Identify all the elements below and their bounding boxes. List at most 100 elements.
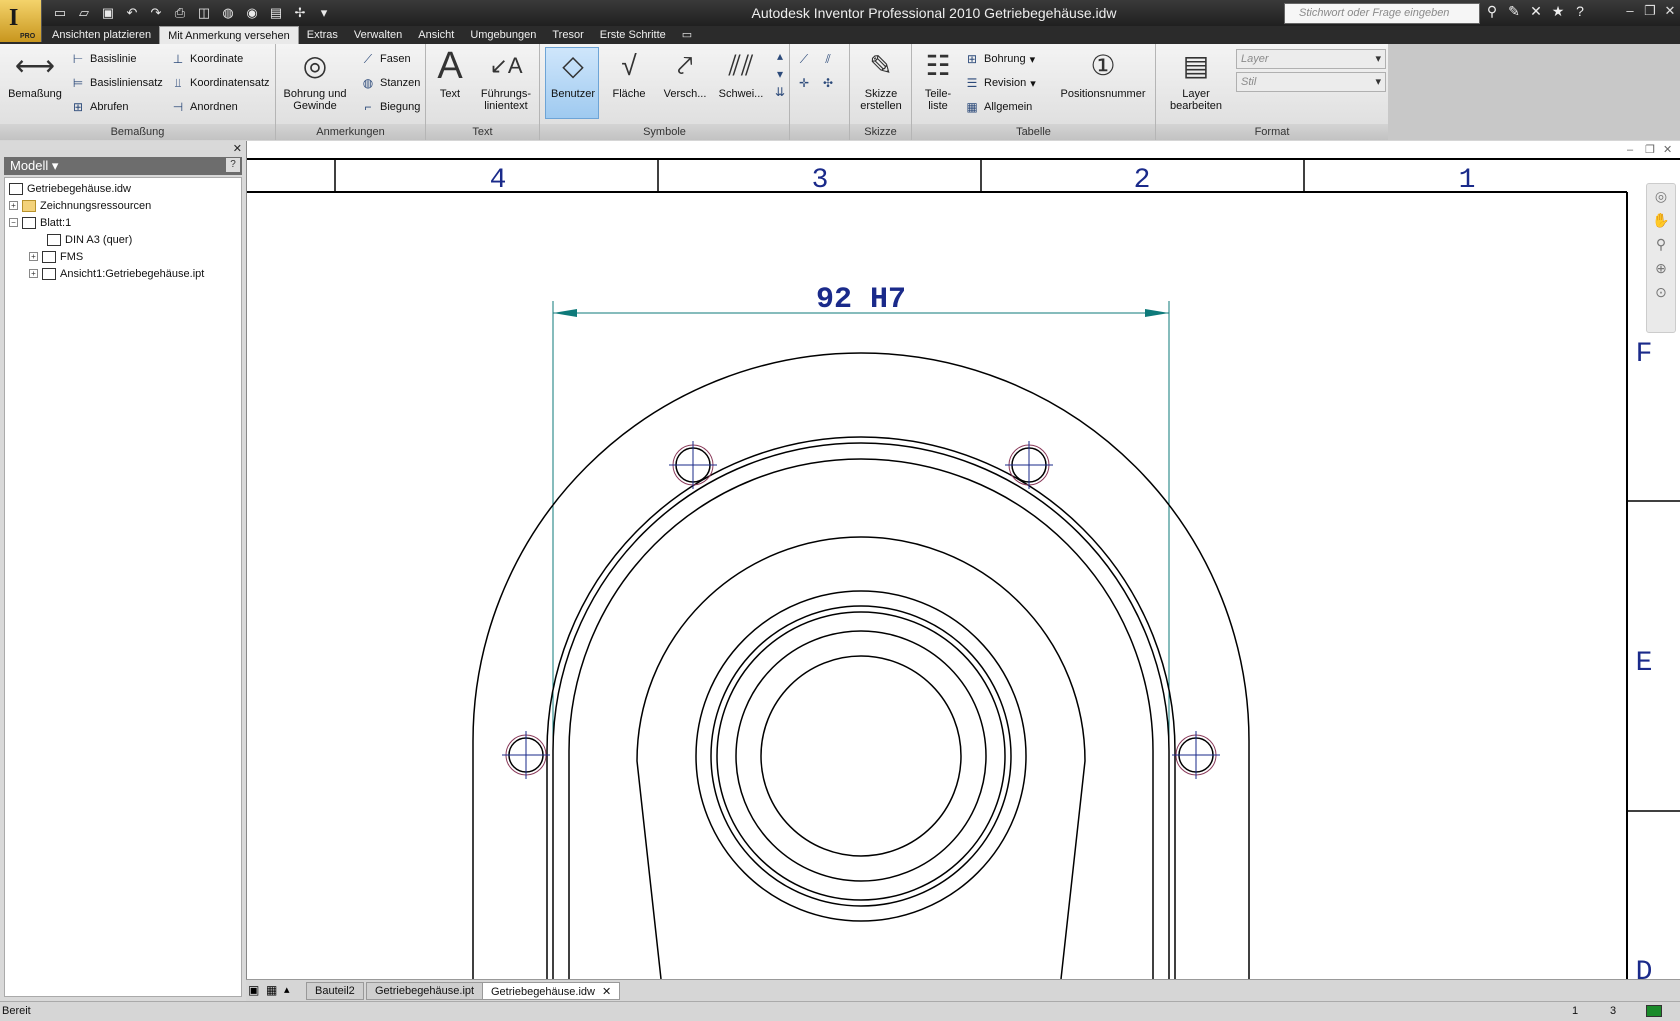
- binoculars-icon[interactable]: ⚲: [1484, 3, 1500, 20]
- verschweissung-button[interactable]: ⤤ Versch...: [658, 48, 712, 100]
- bohrung-gewinde-label-2: Gewinde: [293, 100, 337, 112]
- schweissraupe-button[interactable]: ⫽⫽ Schwei...: [714, 48, 768, 100]
- mdi-restore-icon: ❐: [1645, 144, 1655, 156]
- cascade-icon[interactable]: ▣: [248, 983, 259, 997]
- hole-thread-icon: ◎: [302, 50, 328, 81]
- flaeche-button[interactable]: √ Fläche: [604, 48, 654, 100]
- expand-icon[interactable]: +: [29, 252, 38, 261]
- doc-tab-getriebegehaeuse-idw[interactable]: Getriebegehäuse.idw ✕: [482, 982, 621, 1000]
- close-icon[interactable]: ✕: [1664, 3, 1676, 19]
- scroll-down-icon[interactable]: ▾: [772, 66, 788, 82]
- fuehrungslinientext-button[interactable]: ↙A Führungs- linientext: [476, 48, 536, 112]
- zoom-all-icon[interactable]: ⊙: [1647, 280, 1675, 304]
- tree-item-label: Blatt:1: [40, 216, 72, 229]
- doc-tab-bauteil2[interactable]: Bauteil2: [306, 982, 364, 1000]
- panel-label-centerlines: [790, 124, 849, 140]
- tab-verwalten[interactable]: Verwalten: [346, 26, 410, 44]
- bisector-icon: ⫽: [825, 52, 831, 66]
- zoom-icon[interactable]: ⚲: [1647, 232, 1675, 256]
- close-tab-icon[interactable]: ✕: [602, 986, 611, 998]
- tab-ansicht[interactable]: Ansicht: [410, 26, 462, 44]
- tab-ansichten-platzieren[interactable]: Ansichten platzieren: [44, 26, 159, 44]
- benutzer-button-content[interactable]: ◇ Benutzer: [544, 48, 602, 100]
- help-icon[interactable]: ?: [1572, 3, 1588, 20]
- text-button[interactable]: A Text: [430, 45, 470, 100]
- fasen-button[interactable]: ⟋ Fasen: [360, 50, 411, 68]
- pan-icon[interactable]: ✋: [1647, 208, 1675, 232]
- drawing-canvas[interactable]: – ❐ ✕ 4 3 2 1 F E D 92 H7 ◎ ✋ ⚲ ⊕ ⊙: [246, 141, 1680, 988]
- tree-item-sheet[interactable]: − Blatt:1: [9, 214, 71, 231]
- tab-extras[interactable]: Extras: [299, 26, 346, 44]
- bohrung-tabelle-button[interactable]: ⊞ Bohrung ▾: [964, 50, 1035, 68]
- tree-item-border[interactable]: DIN A3 (quer): [47, 231, 132, 248]
- koordinatensatz-button[interactable]: ⫫ Koordinatensatz: [170, 74, 270, 92]
- tab-tresor[interactable]: Tresor: [544, 26, 591, 44]
- expand-icon[interactable]: +: [29, 269, 38, 278]
- scroll-up-icon[interactable]: ▴: [772, 48, 788, 64]
- positionsnummer-button[interactable]: ① Positionsnummer: [1054, 48, 1152, 100]
- doc-tab-getriebegehaeuse-ipt[interactable]: Getriebegehäuse.ipt: [366, 982, 484, 1000]
- abrufen-button[interactable]: ⊞ Abrufen: [70, 98, 129, 116]
- application-menu-button[interactable]: I PRO: [0, 0, 42, 42]
- allgemein-button[interactable]: ▦ Allgemein: [964, 98, 1032, 116]
- expand-icon[interactable]: +: [9, 201, 18, 210]
- center-mark-icon: ✛: [798, 76, 810, 90]
- zoom-window-icon[interactable]: ⊕: [1647, 256, 1675, 280]
- bohrung-gewinde-button[interactable]: ◎ Bohrung und Gewinde: [282, 48, 348, 112]
- gallery-expand-icon[interactable]: ⇊: [772, 84, 788, 100]
- ribbon-minimize-icon[interactable]: ▭: [674, 26, 700, 44]
- tree-item-titleblock[interactable]: + FMS: [29, 248, 83, 265]
- biegung-button[interactable]: ⌐ Biegung: [360, 98, 420, 116]
- satellite-icon[interactable]: ✕: [1528, 3, 1544, 20]
- model-browser: ✕ Modell ▾ ? Getriebegehäuse.idw + Zeichn…: [0, 141, 246, 1001]
- center-mark-button[interactable]: ✛: [796, 74, 812, 92]
- search-input[interactable]: Stichwort oder Frage eingeben: [1284, 3, 1480, 24]
- basislinie-button[interactable]: ⊢ Basislinie: [70, 50, 137, 68]
- tab-mit-anmerkung-versehen[interactable]: Mit Anmerkung versehen: [159, 26, 299, 44]
- tile-icon[interactable]: ▦: [266, 983, 277, 997]
- tree-item-view[interactable]: + Ansicht1:Getriebegehäuse.ipt: [29, 265, 204, 282]
- tab-list-icon[interactable]: ▴: [284, 983, 290, 996]
- tree-item-resources[interactable]: + Zeichnungsressourcen: [9, 197, 151, 214]
- layer-dropdown[interactable]: Layer: [1236, 49, 1386, 69]
- arrange-icon: ⊣: [172, 100, 184, 114]
- tree-item-label: DIN A3 (quer): [65, 233, 133, 246]
- tree-item-label: Zeichnungsressourcen: [40, 199, 152, 212]
- stanzen-button[interactable]: ◍ Stanzen: [360, 74, 421, 92]
- teileliste-button[interactable]: ☷ Teile- liste: [916, 48, 960, 112]
- border-icon: [47, 233, 61, 246]
- retrieve-icon: ⊞: [72, 100, 84, 114]
- doc-tab-label: Getriebegehäuse.idw: [491, 986, 595, 998]
- tab-erste-schritte[interactable]: Erste Schritte: [592, 26, 674, 44]
- minimize-icon[interactable]: –: [1624, 3, 1636, 19]
- collapse-icon[interactable]: −: [9, 218, 18, 227]
- browser-title: Modell: [10, 158, 49, 173]
- wrench-icon[interactable]: ✎: [1506, 3, 1522, 20]
- status-value-1: 1: [1572, 1005, 1579, 1017]
- mdi-close-icon: ✕: [1663, 144, 1672, 156]
- zone-column-4: 4: [490, 165, 507, 196]
- browser-close-icon[interactable]: ✕: [233, 142, 242, 155]
- style-dropdown[interactable]: Stil: [1236, 72, 1386, 92]
- bemassung-button[interactable]: ⟷ Bemaßung: [6, 48, 64, 100]
- symbol-gallery-scroll[interactable]: ▴ ▾ ⇊: [772, 48, 788, 118]
- steering-wheel-icon[interactable]: ◎: [1647, 184, 1675, 208]
- koordinate-button[interactable]: ⊥ Koordinate: [170, 50, 243, 68]
- centered-pattern-button[interactable]: ✣: [820, 74, 836, 92]
- tab-umgebungen[interactable]: Umgebungen: [462, 26, 544, 44]
- bisector-button[interactable]: ⫽: [820, 50, 836, 68]
- browser-header[interactable]: Modell ▾ ?: [4, 157, 242, 175]
- restore-icon[interactable]: ❐: [1644, 3, 1656, 19]
- status-indicator: [1646, 1005, 1662, 1017]
- fuehrung-label-2: linientext: [484, 100, 528, 112]
- browser-help-icon[interactable]: ?: [226, 158, 240, 172]
- layer-bearbeiten-button[interactable]: ▤ Layer bearbeiten: [1160, 48, 1232, 112]
- skizze-erstellen-button[interactable]: ✎ Skizze erstellen: [854, 48, 908, 112]
- basisliniensatz-button[interactable]: ⊨ Basisliniensatz: [70, 74, 163, 92]
- star-icon[interactable]: ★: [1550, 3, 1566, 20]
- anordnen-button[interactable]: ⊣ Anordnen: [170, 98, 238, 116]
- tree-item-drawing[interactable]: Getriebegehäuse.idw: [9, 180, 131, 197]
- text-icon: A: [437, 45, 463, 87]
- centerline-button[interactable]: ⟋: [796, 50, 812, 68]
- revision-button[interactable]: ☰ Revision ▾: [964, 74, 1036, 92]
